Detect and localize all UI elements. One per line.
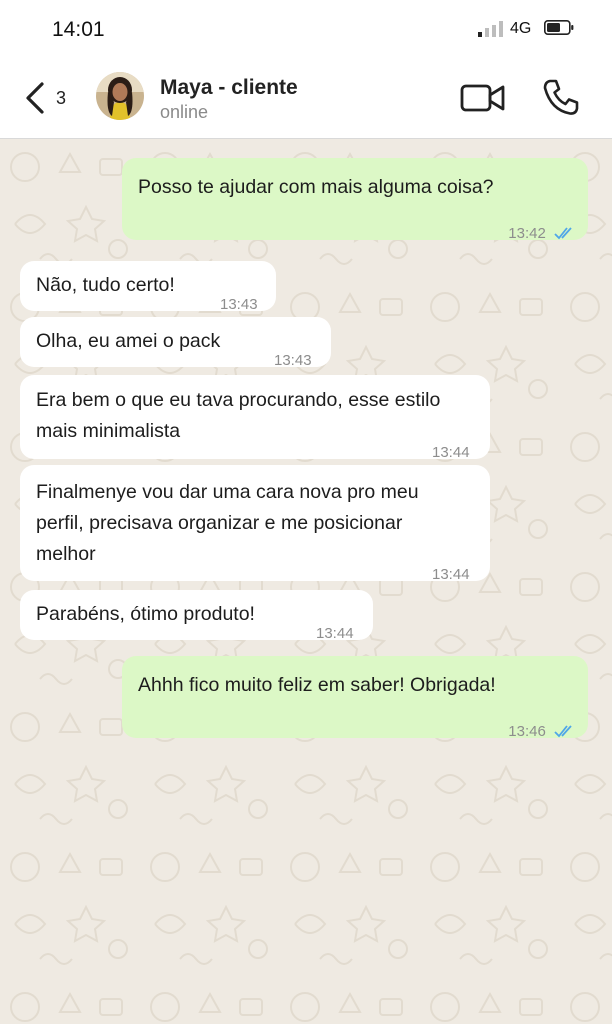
message-text: Não, tudo certo! bbox=[36, 274, 175, 296]
message-bubble-incoming[interactable]: Finalmenye vou dar uma cara nova pro meu… bbox=[20, 465, 490, 583]
message-bubble-incoming[interactable]: Olha, eu amei o pack 13:43 bbox=[20, 317, 331, 369]
video-call-icon[interactable] bbox=[458, 78, 508, 118]
signal-strength-icon bbox=[478, 21, 503, 37]
message-text: Era bem o que eu tava procurando, esse e… bbox=[36, 389, 441, 442]
message-text: Parabéns, ótimo produto! bbox=[36, 603, 255, 625]
message-bubble-outgoing[interactable]: Ahhh fico muito feliz em saber! Obrigada… bbox=[122, 656, 588, 740]
message-bubble-incoming[interactable]: Não, tudo certo! 13:43 bbox=[20, 261, 276, 313]
message-time: 13:44 bbox=[432, 566, 470, 583]
message-meta: 13:46 bbox=[508, 716, 576, 747]
phone-call-icon[interactable] bbox=[540, 76, 582, 118]
battery-icon bbox=[544, 20, 574, 35]
contact-avatar[interactable] bbox=[96, 72, 144, 120]
chat-area[interactable]: Posso te ajudar com mais alguma coisa? 1… bbox=[0, 139, 612, 1024]
message-text: Posso te ajudar com mais alguma coisa? bbox=[138, 176, 494, 198]
status-time: 14:01 bbox=[52, 18, 105, 41]
chat-header: 3 Maya - cliente online bbox=[0, 60, 612, 139]
message-bubble-outgoing[interactable]: Posso te ajudar com mais alguma coisa? 1… bbox=[122, 158, 588, 242]
message-time: 13:46 bbox=[508, 723, 546, 740]
status-bar: 14:01 4G bbox=[0, 0, 612, 60]
message-time: 13:43 bbox=[220, 296, 258, 313]
back-chevron-icon[interactable] bbox=[20, 78, 52, 118]
message-time: 13:43 bbox=[274, 352, 312, 369]
message-text: Ahhh fico muito feliz em saber! Obrigada… bbox=[138, 674, 496, 696]
contact-status: online bbox=[160, 102, 209, 122]
double-check-icon bbox=[554, 725, 572, 738]
message-text: Finalmenye vou dar uma cara nova pro meu… bbox=[36, 481, 419, 565]
message-bubble-incoming[interactable]: Era bem o que eu tava procurando, esse e… bbox=[20, 375, 490, 461]
unread-count[interactable]: 3 bbox=[56, 88, 66, 109]
message-time: 13:44 bbox=[432, 444, 470, 461]
message-text: Olha, eu amei o pack bbox=[36, 330, 221, 352]
message-time: 13:44 bbox=[316, 625, 354, 642]
network-type: 4G bbox=[510, 20, 532, 37]
message-bubble-incoming[interactable]: Parabéns, ótimo produto! 13:44 bbox=[20, 590, 373, 642]
message-meta: 13:42 bbox=[508, 218, 576, 249]
double-check-icon bbox=[554, 227, 572, 240]
contact-name[interactable]: Maya - cliente bbox=[160, 76, 298, 100]
message-time: 13:42 bbox=[508, 225, 546, 242]
